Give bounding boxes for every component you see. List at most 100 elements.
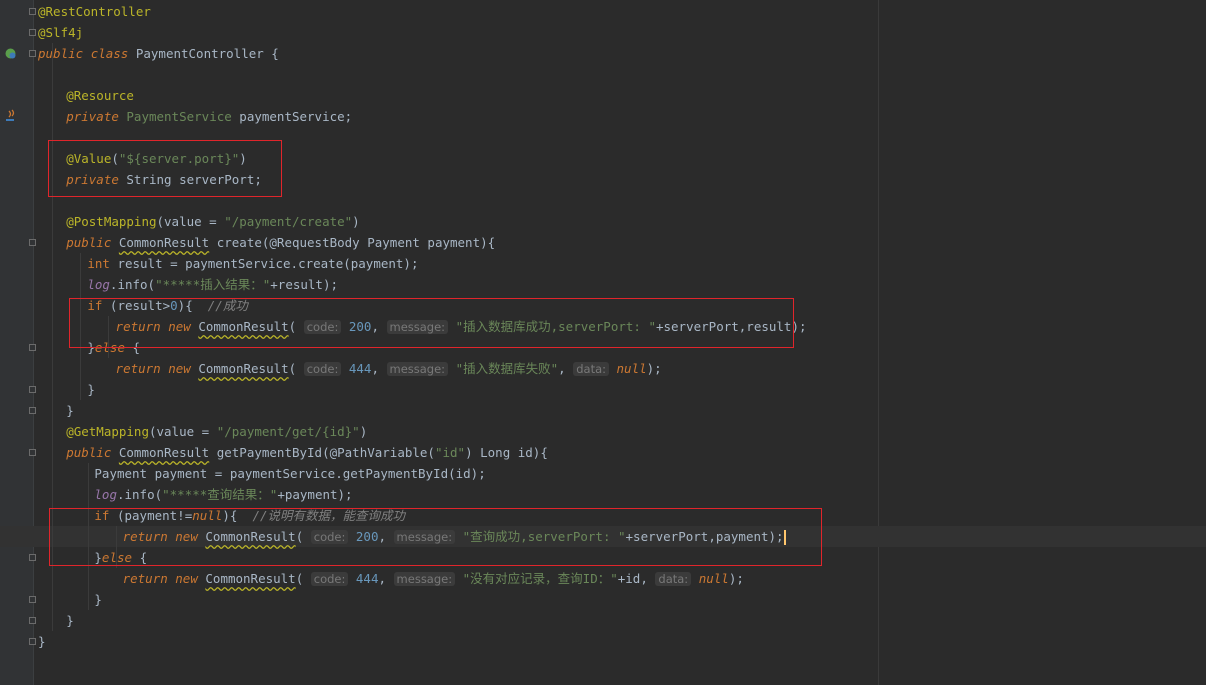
code-token: }	[87, 382, 95, 397]
code-text: }	[38, 631, 46, 652]
code-token: return	[115, 361, 169, 376]
code-token: "*****插入结果："	[155, 277, 271, 292]
fold-marker-icon[interactable]	[29, 617, 36, 624]
fold-marker-icon[interactable]	[29, 344, 36, 351]
fold-marker-icon[interactable]	[29, 554, 36, 561]
code-token: ,	[371, 361, 387, 376]
parameter-hint: code:	[310, 572, 349, 586]
code-token: "/payment/create"	[224, 214, 353, 229]
parameter-hint: data:	[655, 572, 692, 586]
code-text: @GetMapping(value = "/payment/get/{id}")	[66, 421, 367, 442]
code-token: }	[66, 403, 74, 418]
code-token: (	[295, 571, 311, 586]
code-token: @RestController	[38, 4, 151, 19]
code-text: log.info("*****查询结果："+payment);	[94, 484, 352, 505]
code-token: )	[359, 424, 368, 439]
code-line[interactable]: log.info("*****插入结果："+result);	[0, 274, 1206, 295]
parameter-hint: message:	[393, 572, 456, 586]
code-text: }	[94, 589, 102, 610]
code-token: "id"	[434, 445, 466, 460]
highlight-box-create-return	[69, 298, 794, 348]
code-token: "*****查询结果："	[162, 487, 278, 502]
code-token: }	[38, 634, 46, 649]
code-text: @Slf4j	[38, 22, 83, 43]
code-text: public CommonResult create(@RequestBody …	[66, 232, 495, 253]
code-line[interactable]: @GetMapping(value = "/payment/get/{id}")	[0, 421, 1206, 442]
parameter-hint: message:	[386, 362, 449, 376]
code-text: public CommonResult getPaymentById(@Path…	[66, 442, 548, 463]
code-text: }	[66, 400, 74, 421]
code-token: PaymentController {	[135, 46, 279, 61]
code-line[interactable]: log.info("*****查询结果："+payment);	[0, 484, 1206, 505]
code-token: "插入数据库失败"	[455, 361, 559, 376]
code-line[interactable]: Payment payment = paymentService.getPaym…	[0, 463, 1206, 484]
code-line[interactable]: }	[0, 589, 1206, 610]
code-token: ,	[378, 571, 394, 586]
code-line[interactable]: int result = paymentService.create(payme…	[0, 253, 1206, 274]
code-token: }	[94, 592, 102, 607]
code-token: log	[87, 277, 110, 292]
code-token: return	[122, 571, 176, 586]
code-text: Payment payment = paymentService.getPaym…	[94, 463, 485, 484]
code-line[interactable]: }	[0, 379, 1206, 400]
code-token: @GetMapping	[66, 424, 149, 439]
code-line[interactable]: private PaymentService paymentService;	[0, 106, 1206, 127]
code-token: (value =	[156, 214, 225, 229]
fold-marker-icon[interactable]	[29, 8, 36, 15]
code-line[interactable]: @Resource	[0, 85, 1206, 106]
code-token: @Resource	[66, 88, 134, 103]
fold-marker-icon[interactable]	[29, 386, 36, 393]
highlight-box-value-field	[48, 140, 282, 197]
code-token: public	[66, 445, 119, 460]
fold-marker-icon[interactable]	[29, 596, 36, 603]
fold-marker-icon[interactable]	[29, 449, 36, 456]
code-line[interactable]: @RestController	[0, 1, 1206, 22]
code-token: CommonResult	[118, 445, 210, 460]
code-token: Payment payment = paymentService.getPaym…	[94, 466, 486, 481]
code-text: return new CommonResult( code: 444, mess…	[123, 568, 744, 590]
java-bean-icon[interactable]	[3, 109, 17, 123]
code-token: public	[66, 235, 119, 250]
code-token: null	[616, 361, 647, 376]
code-text: private PaymentService paymentService;	[66, 106, 352, 127]
code-line[interactable]: return new CommonResult( code: 444, mess…	[0, 358, 1206, 379]
code-token: }	[66, 613, 74, 628]
code-line[interactable]: @Slf4j	[0, 22, 1206, 43]
code-line[interactable]: public CommonResult getPaymentById(@Path…	[0, 442, 1206, 463]
code-line[interactable]: }	[0, 400, 1206, 421]
code-token: private	[66, 109, 127, 124]
code-text: public class PaymentController {	[38, 43, 279, 64]
fold-marker-icon[interactable]	[29, 29, 36, 36]
code-text: }	[87, 379, 95, 400]
code-token: class	[90, 46, 136, 61]
code-line[interactable]	[0, 64, 1206, 85]
code-token: PaymentService	[126, 109, 232, 124]
code-token: "/payment/get/{id}"	[216, 424, 360, 439]
code-token: +id,	[617, 571, 656, 586]
code-token: @Slf4j	[38, 25, 84, 40]
code-text: @RestController	[38, 1, 151, 22]
code-text: }	[66, 610, 74, 631]
code-token: @PostMapping	[66, 214, 157, 229]
code-token: )	[352, 214, 360, 229]
fold-marker-icon[interactable]	[29, 239, 36, 246]
fold-marker-icon[interactable]	[29, 407, 36, 414]
code-token: 444	[355, 571, 379, 586]
code-line[interactable]: }	[0, 610, 1206, 631]
fold-marker-icon[interactable]	[29, 638, 36, 645]
code-token: new	[168, 361, 199, 376]
code-token: getPaymentById(@PathVariable(	[209, 445, 435, 460]
code-line[interactable]: }	[0, 631, 1206, 652]
code-line[interactable]: public CommonResult create(@RequestBody …	[0, 232, 1206, 253]
code-line[interactable]: @PostMapping(value = "/payment/create")	[0, 211, 1206, 232]
spring-bean-icon[interactable]	[3, 46, 17, 60]
highlight-box-get-return	[49, 508, 822, 566]
code-line[interactable]: return new CommonResult( code: 444, mess…	[0, 568, 1206, 589]
code-token: CommonResult	[118, 235, 210, 250]
code-line[interactable]: public class PaymentController {	[0, 43, 1206, 64]
fold-marker-icon[interactable]	[29, 50, 36, 57]
